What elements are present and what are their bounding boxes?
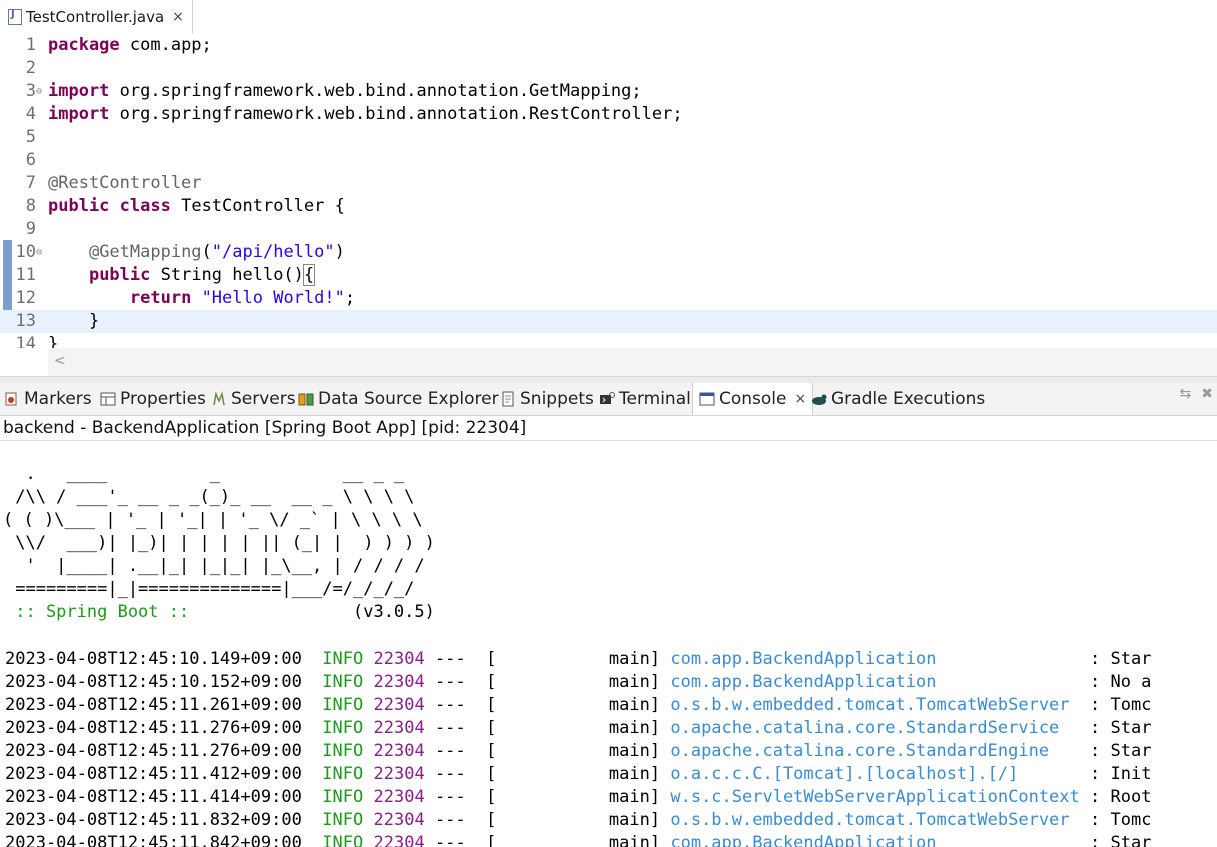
editor-tab-label: TestController.java: [26, 7, 165, 26]
fold-collapse-icon[interactable]: ⊖: [36, 241, 42, 264]
log-line: 2023-04-08T12:45:11.832+09:00 INFO 22304…: [5, 810, 1152, 830]
scroll-left-icon[interactable]: <: [54, 353, 66, 369]
console-icon: [699, 391, 715, 407]
banner-line: . ____ _ __ _ _: [5, 464, 405, 484]
pin-console-icon[interactable]: ⇆: [1180, 386, 1192, 402]
view-toolbar: ⇆ ✖: [1180, 386, 1213, 402]
tab-data-source-explorer[interactable]: Data Source Explorer: [298, 383, 499, 415]
code-line: 2: [25, 58, 36, 78]
gradle-icon: [811, 391, 827, 407]
log-line: 2023-04-08T12:45:11.412+09:00 INFO 22304…: [5, 764, 1152, 784]
code-line: 4 import org.springframework.web.bind.an…: [25, 104, 683, 124]
code-line: 5: [25, 127, 36, 147]
view-tab-bar: Markers Properties Servers Data Source E…: [0, 383, 1217, 416]
code-line: 11 public String hello(){: [15, 264, 316, 286]
code-editor[interactable]: 1 package com.app; 2 3 ⊖ import org.spri…: [0, 33, 1217, 348]
markers-icon: [4, 391, 20, 407]
properties-icon: [100, 391, 116, 407]
close-icon[interactable]: ×: [172, 9, 184, 25]
banner-line: /\\ / ___'_ __ _ _(_)_ __ __ _ \ \ \ \: [5, 487, 415, 507]
code-line: 12 return "Hello World!";: [15, 288, 356, 308]
code-line-current: 13 }: [0, 310, 1217, 333]
log-line: 2023-04-08T12:45:10.149+09:00 INFO 22304…: [5, 649, 1152, 669]
code-line: 10 ⊖ @GetMapping("/api/hello"): [15, 241, 345, 264]
panel-divider[interactable]: [0, 376, 1217, 383]
console-title: backend - BackendApplication [Spring Boo…: [0, 416, 1217, 441]
servers-icon: [211, 391, 227, 407]
log-line: 2023-04-08T12:45:11.414+09:00 INFO 22304…: [5, 787, 1152, 807]
tab-gradle-executions[interactable]: Gradle Executions: [811, 383, 985, 415]
close-icon[interactable]: ×: [795, 391, 807, 407]
banner-line: ' |____| .__|_| |_|_| |_\__, | / / / /: [5, 556, 425, 576]
code-line: 9: [25, 219, 36, 239]
tab-console[interactable]: Console ×: [692, 383, 814, 415]
tab-markers[interactable]: Markers: [4, 383, 92, 415]
code-line: 8 public class TestController {: [25, 196, 345, 216]
code-line: 14 }: [15, 334, 59, 348]
code-line: 1 package com.app;: [25, 35, 212, 55]
log-line: 2023-04-08T12:45:11.261+09:00 INFO 22304…: [5, 695, 1152, 715]
tab-snippets[interactable]: Snippets: [500, 383, 594, 415]
code-line: 6: [25, 150, 36, 170]
tab-properties[interactable]: Properties: [100, 383, 206, 415]
code-line: 3 ⊖ import org.springframework.web.bind.…: [25, 80, 642, 103]
console-output[interactable]: . ____ _ __ _ _ /\\ / ___'_ __ _ _(_)_ _…: [0, 441, 1217, 847]
log-line: 2023-04-08T12:45:11.842+09:00 INFO 22304…: [5, 833, 1152, 847]
editor-tab-testcontroller[interactable]: TestController.java ×: [0, 0, 193, 33]
log-line: 2023-04-08T12:45:11.276+09:00 INFO 22304…: [5, 741, 1152, 761]
tab-terminal[interactable]: Terminal: [599, 383, 691, 415]
log-line: 2023-04-08T12:45:11.276+09:00 INFO 22304…: [5, 718, 1152, 738]
terminate-icon[interactable]: ✖: [1201, 386, 1213, 402]
spring-boot-version-line: :: Spring Boot :: (v3.0.5): [5, 602, 435, 622]
fold-collapse-icon[interactable]: ⊖: [36, 80, 42, 103]
code-line: 7 @RestController: [25, 173, 202, 193]
tab-servers[interactable]: Servers: [211, 383, 296, 415]
snippets-icon: [500, 391, 516, 407]
terminal-icon: [599, 391, 615, 407]
editor-horizontal-scrollbar[interactable]: <: [48, 348, 1217, 376]
data-source-icon: [298, 391, 314, 407]
java-file-icon: [8, 8, 22, 25]
banner-line: \\/ ___)| |_)| | | | | || (_| | ) ) ) ): [5, 533, 435, 553]
log-line: 2023-04-08T12:45:10.152+09:00 INFO 22304…: [5, 672, 1152, 692]
banner-line: =========|_|==============|___/=/_/_/_/: [5, 579, 415, 599]
editor-tab-bar: TestController.java ×: [0, 0, 1217, 34]
banner-line: ( ( )\___ | '_ | '_| | '_ \/ _` | \ \ \ …: [3, 510, 423, 530]
